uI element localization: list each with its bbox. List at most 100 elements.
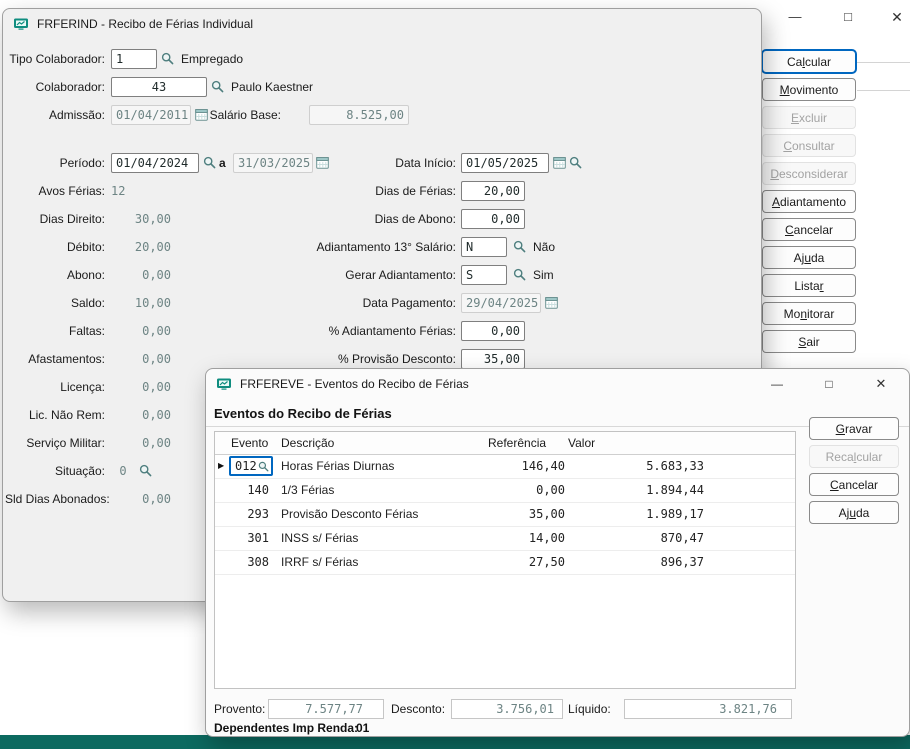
provento-value: 7.577,77 [268,699,384,719]
colaborador-label: Colaborador: [5,77,105,97]
frfereve-minimize-button[interactable]: — [755,369,799,399]
dependentes-value: 01 [356,721,369,736]
colaborador-lookup-icon[interactable] [211,80,224,93]
cell-evento: 140 [231,478,269,502]
tipo-colaborador-label: Tipo Colaborador: [5,49,105,69]
data-inicio-field[interactable]: 01/05/2025 [461,153,549,173]
frferind-titlebar[interactable]: FRFERIND - Recibo de Férias Individual [3,9,761,39]
dias-de-abono-field[interactable]: 0,00 [461,209,525,229]
dias-de-ferias-field[interactable]: 20,00 [461,181,525,201]
desconto-label: Desconto: [391,699,447,719]
servico-militar-value: 0,00 [111,433,171,453]
situacao-value: 0 [111,461,135,481]
app-maximize-button[interactable]: □ [826,4,870,30]
app-icon [13,16,29,32]
cell-descricao: 1/3 Férias [281,478,334,502]
monitorar-button[interactable]: Monitorar [762,302,856,325]
footer-strip [0,735,910,749]
ajuda-button-eventos[interactable]: Ajuda [809,501,899,524]
lic-nao-rem-value: 0,00 [111,405,171,425]
colaborador-field[interactable]: 43 [111,77,207,97]
avos-ferias-value: 12 [111,181,171,201]
cell-descricao: INSS s/ Férias [281,526,358,550]
servico-militar-label: Serviço Militar: [5,433,105,453]
calcular-button[interactable]: Calcular [762,50,856,73]
tipo-colaborador-field[interactable]: 1 [111,49,157,69]
data-pagamento-calendar-icon [545,296,558,309]
cell-valor: 1.894,44 [604,478,704,502]
cell-evento: 293 [231,502,269,526]
excluir-button: Excluir [762,106,856,129]
periodo-label: Período: [5,153,105,173]
afastamentos-label: Afastamentos: [5,349,105,369]
situacao-label: Situação: [5,461,105,481]
listar-button[interactable]: Listar [762,274,856,297]
desconto-value: 3.756,01 [451,699,563,719]
admissao-label: Admissão: [5,105,105,125]
table-row[interactable]: 301 INSS s/ Férias 14,00 870,47 [215,526,795,551]
frfereve-close-button[interactable]: ✕ [859,369,903,399]
dias-de-abono-label: Dias de Abono: [259,209,456,229]
events-table-header: Evento Descrição Referência Valor [215,432,795,455]
evento-cell-editor[interactable]: 012 [229,456,273,476]
ajuda-button[interactable]: Ajuda [762,246,856,269]
cell-referencia: 146,40 [465,454,565,478]
periodo-to-calendar-icon [316,156,329,169]
row-selector-icon: ▶ [218,454,224,478]
evento-lookup-icon[interactable] [258,461,269,472]
abono-label: Abono: [5,265,105,285]
data-inicio-calendar-icon[interactable] [553,156,566,169]
gravar-button[interactable]: Gravar [809,417,899,440]
data-inicio-lookup-icon[interactable] [569,156,582,169]
adiantamento-13-salario-field[interactable]: N [461,237,507,257]
adiantamento-button[interactable]: Adiantamento [762,190,856,213]
frfereve-titlebar[interactable]: FRFEREVE - Eventos do Recibo de Férias [206,369,909,399]
cancelar-button[interactable]: Cancelar [762,218,856,241]
frfereve-maximize-button[interactable]: □ [807,369,851,399]
perc-provisao-desconto-field[interactable]: 35,00 [461,349,525,369]
provento-label: Provento: [214,699,266,719]
data-pagamento-value: 29/04/2025 [461,293,541,313]
liquido-label: Líquido: [568,699,618,719]
perc-adiantamento-ferias-field[interactable]: 0,00 [461,321,525,341]
col-header-referencia: Referência [488,432,546,454]
periodo-separator-label: a [219,153,226,173]
periodo-to-value: 31/03/2025 [233,153,313,173]
cell-evento: 308 [231,550,269,574]
perc-provisao-desconto-label: % Provisão Desconto: [259,349,456,369]
debito-label: Débito: [5,237,105,257]
periodo-lookup-icon[interactable] [203,156,216,169]
table-row[interactable]: 140 1/3 Férias 0,00 1.894,44 [215,478,795,503]
licenca-label: Licença: [5,377,105,397]
evento-value: 012 [235,459,257,473]
colaborador-description: Paulo Kaestner [231,77,313,97]
app-close-button[interactable]: ✕ [875,4,910,30]
cell-referencia: 27,50 [465,550,565,574]
background-divider [857,62,910,63]
cell-referencia: 14,00 [465,526,565,550]
sair-button[interactable]: Sair [762,330,856,353]
cell-referencia: 35,00 [465,502,565,526]
tipo-colaborador-lookup-icon[interactable] [161,52,174,65]
situacao-lookup-icon[interactable] [139,464,152,477]
app-minimize-button[interactable]: — [773,4,817,30]
tipo-colaborador-description: Empregado [181,49,243,69]
adiantamento-13-lookup-icon[interactable] [513,240,526,253]
dependentes-label: Dependentes Imp Renda: [214,721,358,736]
sld-dias-abonados-value: 0,00 [111,489,171,509]
movimento-button[interactable]: Movimento [762,78,856,101]
cancelar-button-eventos[interactable]: Cancelar [809,473,899,496]
events-table: Evento Descrição Referência Valor ▶ 012 … [214,431,796,689]
gerar-adiantamento-lookup-icon[interactable] [513,268,526,281]
table-row-selected[interactable]: ▶ 012 Horas Férias Diurnas 146,40 5.683,… [215,454,795,479]
table-row[interactable]: 308 IRRF s/ Férias 27,50 896,37 [215,550,795,575]
table-row[interactable]: 293 Provisão Desconto Férias 35,00 1.989… [215,502,795,527]
afastamentos-value: 0,00 [111,349,171,369]
background-divider [857,90,910,91]
periodo-from-field[interactable]: 01/04/2024 [111,153,199,173]
cell-referencia: 0,00 [465,478,565,502]
liquido-value: 3.821,76 [624,699,792,719]
adiantamento-13-description: Não [533,237,555,257]
gerar-adiantamento-field[interactable]: S [461,265,507,285]
recalcular-button: Recalcular [809,445,899,468]
